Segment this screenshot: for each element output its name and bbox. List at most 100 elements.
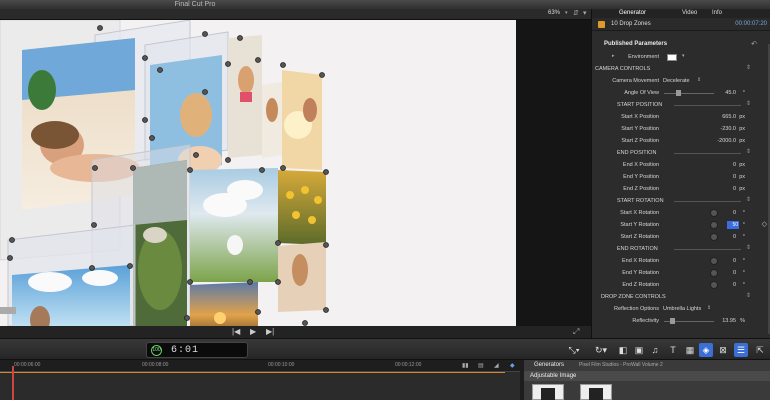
- end-x-position-value[interactable]: 0: [733, 162, 736, 168]
- viewer-side-tab[interactable]: [0, 307, 16, 314]
- rotation-dial[interactable]: [710, 257, 718, 265]
- reset-icon[interactable]: ↶: [751, 40, 757, 48]
- row-start-z-rotation: Start Z Rotation 0 °: [592, 232, 770, 243]
- section-stepper-icon[interactable]: ⇕: [746, 196, 751, 203]
- clip-appearance-icon[interactable]: ▤: [478, 362, 484, 369]
- start-position-label: START POSITION: [617, 102, 663, 108]
- music-icon[interactable]: ♫: [648, 343, 662, 357]
- unit-label: px: [739, 138, 745, 144]
- row-drop-zone-controls: DROP ZONE CONTROLS ⇕: [592, 292, 770, 303]
- next-edit-icon[interactable]: ▶|: [266, 327, 274, 336]
- retime-icon[interactable]: ↻▾: [590, 343, 612, 357]
- camera-movement-label: Camera Movement: [612, 78, 659, 84]
- titles-icon[interactable]: T: [666, 343, 680, 357]
- rotation-dial[interactable]: [710, 209, 718, 217]
- rotation-dial[interactable]: [710, 281, 718, 289]
- section-stepper-icon[interactable]: ⇕: [746, 100, 751, 107]
- start-x-rotation-value[interactable]: 0: [733, 210, 736, 216]
- reflection-options-popup[interactable]: Umbrella Lights: [663, 306, 701, 312]
- camera-movement-popup[interactable]: Decelerate: [663, 78, 690, 84]
- start-x-position-value[interactable]: 665.0: [722, 114, 736, 120]
- share-icon[interactable]: ⇱: [753, 343, 767, 357]
- photos-icon[interactable]: ▣: [632, 343, 646, 357]
- tab-video[interactable]: Video: [682, 10, 697, 16]
- ruler-tick: 00:00:12:00: [395, 362, 422, 368]
- generators-icon[interactable]: ▦: [683, 343, 697, 357]
- disclosure-triangle-icon[interactable]: ▸: [612, 53, 615, 59]
- section-stepper-icon[interactable]: ⇕: [746, 148, 751, 155]
- dashboard-timecode[interactable]: 100 6:01: [146, 342, 248, 358]
- row-start-y-position: Start Y Position -230.0 px: [592, 124, 770, 135]
- viewer-settings-icon[interactable]: ▾: [583, 9, 587, 17]
- viewer-canvas[interactable]: [0, 20, 516, 326]
- enhancements-icon[interactable]: ◧: [616, 343, 630, 357]
- environment-swatch[interactable]: [667, 54, 677, 61]
- unit-label: °: [742, 210, 745, 216]
- end-y-position-value[interactable]: 0: [733, 174, 736, 180]
- generator-thumbnail[interactable]: [580, 384, 612, 400]
- inspector-toggle-icon[interactable]: ☰: [734, 343, 748, 357]
- row-start-rotation: START ROTATION ⇕: [592, 196, 770, 207]
- drop-zone-controls-label: DROP ZONE CONTROLS: [601, 294, 666, 300]
- unit-label: °: [742, 222, 745, 228]
- reflectivity-slider-knob[interactable]: [670, 318, 675, 324]
- timeline-ruler[interactable]: 00:00:06:00 00:00:08:00 00:00:10:00 00:0…: [0, 360, 520, 372]
- row-camera-movement: Camera Movement Decelerate ⇕: [592, 76, 770, 87]
- rotation-dial[interactable]: [710, 269, 718, 277]
- angle-of-view-value[interactable]: 45.0: [725, 90, 736, 96]
- end-x-rotation-value[interactable]: 0: [733, 258, 736, 264]
- photo-wall-scene: [0, 20, 329, 326]
- timeline[interactable]: 00:00:06:00 00:00:08:00 00:00:10:00 00:0…: [0, 360, 520, 400]
- end-y-rotation-value[interactable]: 0: [733, 270, 736, 276]
- start-y-position-value[interactable]: -230.0: [720, 126, 736, 132]
- popup-arrow-icon[interactable]: ⇕: [707, 305, 711, 311]
- clip-name: 10 Drop Zones: [611, 21, 651, 27]
- environment-dropdown-icon[interactable]: ▾: [682, 53, 685, 59]
- themes-icon[interactable]: ◈: [699, 343, 713, 357]
- ruler-tick: 00:00:06:00: [14, 362, 41, 368]
- reflection-options-label: Reflection Options: [614, 306, 659, 312]
- tab-info[interactable]: Info: [712, 10, 722, 16]
- reflectivity-value[interactable]: 13.95: [722, 318, 736, 324]
- start-rotation-label: START ROTATION: [617, 198, 664, 204]
- range-indicator: [0, 372, 505, 373]
- view-options-icon[interactable]: ⇵: [573, 9, 579, 17]
- end-z-rotation-label: End Z Rotation: [622, 282, 659, 288]
- unit-label: px: [739, 186, 745, 192]
- row-environment: ▸ Environment ▾: [592, 52, 770, 63]
- transitions-icon[interactable]: ⊠: [716, 343, 730, 357]
- zoom-level[interactable]: 63%: [548, 10, 560, 16]
- snapping-icon[interactable]: ◆: [510, 362, 515, 369]
- edit-tools-icon[interactable]: ⤡▾: [563, 343, 585, 357]
- start-z-rotation-value[interactable]: 0: [733, 234, 736, 240]
- generator-icon: [598, 21, 605, 28]
- fullscreen-icon[interactable]: ⤢: [573, 327, 579, 337]
- rotation-dial[interactable]: [710, 221, 718, 229]
- audio-meter-icon[interactable]: ▮▮: [462, 362, 469, 369]
- zoom-dropdown-icon[interactable]: ▾: [565, 10, 568, 16]
- popup-arrow-icon[interactable]: ⇕: [697, 77, 701, 83]
- rotation-dial[interactable]: [710, 233, 718, 241]
- section-stepper-icon[interactable]: ⇕: [746, 292, 751, 299]
- skimming-icon[interactable]: ◢: [494, 362, 499, 369]
- previous-edit-icon[interactable]: |◀: [232, 327, 240, 336]
- keyframe-icon[interactable]: ◇: [762, 220, 767, 228]
- end-z-rotation-value[interactable]: 0: [733, 282, 736, 288]
- section-stepper-icon[interactable]: ⇕: [746, 64, 751, 71]
- end-z-position-value[interactable]: 0: [733, 186, 736, 192]
- row-start-x-rotation: Start X Rotation 0 °: [592, 208, 770, 219]
- generator-thumbnail[interactable]: [532, 384, 564, 400]
- camera-controls-label: CAMERA CONTROLS: [595, 66, 651, 72]
- start-y-rotation-value-field[interactable]: 50: [727, 221, 739, 229]
- section-stepper-icon[interactable]: ⇕: [746, 244, 751, 251]
- angle-of-view-slider[interactable]: [664, 93, 714, 94]
- unit-label: °: [742, 282, 745, 288]
- row-start-y-rotation: Start Y Rotation 50 ° ◇: [592, 220, 770, 231]
- angle-of-view-slider-knob[interactable]: [676, 90, 681, 96]
- section-divider: [674, 201, 741, 202]
- playhead[interactable]: [12, 366, 14, 400]
- start-z-position-value[interactable]: -2000.0: [717, 138, 736, 144]
- unit-label: %: [740, 318, 745, 324]
- play-icon[interactable]: ▶: [250, 327, 256, 336]
- tab-generator[interactable]: Generator: [619, 10, 646, 16]
